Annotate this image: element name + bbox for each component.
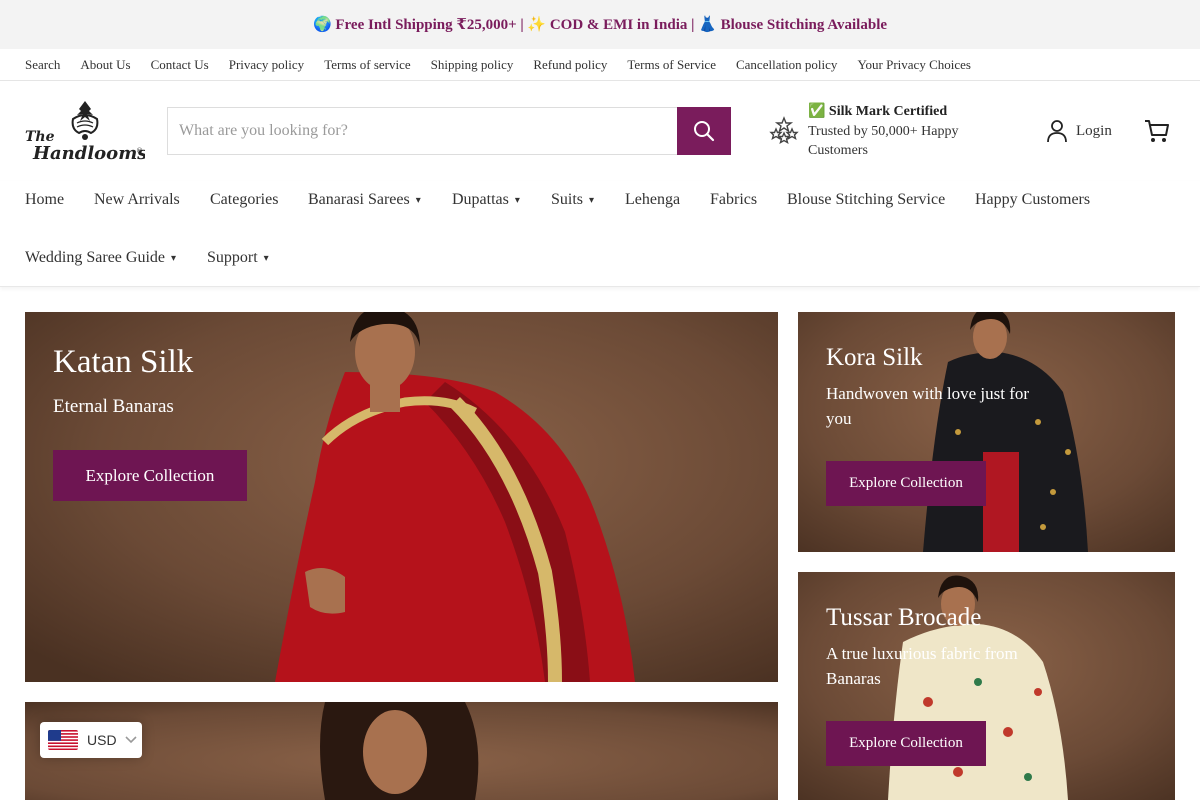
search-icon xyxy=(694,121,715,142)
util-link-shipping[interactable]: Shipping policy xyxy=(431,57,514,73)
util-link-terms-service[interactable]: Terms of Service xyxy=(627,57,716,73)
chevron-down-icon: ▾ xyxy=(263,252,269,264)
banner-tussar-brocade[interactable]: Tussar Brocade A true luxurious fabric f… xyxy=(798,572,1175,800)
banner-title: Kora Silk xyxy=(826,344,923,371)
site-logo[interactable]: The Handlooms ® xyxy=(25,99,147,164)
search-bar xyxy=(167,107,731,155)
chevron-down-icon: ▾ xyxy=(171,252,177,264)
cart-icon xyxy=(1145,120,1169,142)
login-link[interactable]: Login xyxy=(1046,119,1112,143)
util-link-privacy[interactable]: Privacy policy xyxy=(229,57,304,73)
banner-katan-silk[interactable]: Katan Silk Eternal Banaras Explore Colle… xyxy=(25,312,778,682)
nav-item-banarasi-sarees[interactable]: Banarasi Sarees ▾ xyxy=(308,191,421,209)
banner-title: Tussar Brocade xyxy=(826,604,982,631)
chevron-down-icon: ▾ xyxy=(415,194,421,206)
chevron-down-icon xyxy=(124,736,137,744)
utility-nav: Search About Us Contact Us Privacy polic… xyxy=(0,49,1200,81)
trust-subtitle: Trusted by 50,000+ Happy Customers xyxy=(808,124,959,158)
cart-button[interactable] xyxy=(1143,117,1171,145)
svg-text:®: ® xyxy=(136,147,143,155)
util-link-contact[interactable]: Contact Us xyxy=(151,57,209,73)
announcement-bar: 🌍 Free Intl Shipping ₹25,000+ | ✨ COD & … xyxy=(0,0,1200,49)
nav-item-new-arrivals[interactable]: New Arrivals xyxy=(94,191,180,209)
nav-item-suits[interactable]: Suits ▾ xyxy=(551,191,594,209)
util-link-about[interactable]: About Us xyxy=(80,57,130,73)
site-header: The Handlooms ® ✅ Silk Mark Certified Tr… xyxy=(0,81,1200,181)
explore-collection-button[interactable]: Explore Collection xyxy=(826,461,986,506)
util-link-cancellation[interactable]: Cancellation policy xyxy=(736,57,837,73)
nav-item-dupattas[interactable]: Dupattas ▾ xyxy=(452,191,520,209)
util-link-privacy-choices[interactable]: Your Privacy Choices xyxy=(857,57,971,73)
banner-title: Katan Silk xyxy=(53,344,194,380)
banner-kora-silk[interactable]: Kora Silk Handwoven with love just for y… xyxy=(798,312,1175,552)
trust-badge: ✅ Silk Mark Certified Trusted by 50,000+… xyxy=(769,103,999,163)
main-nav: Home New Arrivals Categories Banarasi Sa… xyxy=(0,181,1200,287)
us-flag-icon xyxy=(48,730,78,750)
nav-item-lehenga[interactable]: Lehenga xyxy=(625,191,680,209)
nav-item-home[interactable]: Home xyxy=(25,191,64,209)
banner-subtitle: Handwoven with love just for you xyxy=(826,384,1030,428)
util-link-terms[interactable]: Terms of service xyxy=(324,57,410,73)
badge-icon xyxy=(769,116,799,144)
announcement-text: 🌍 Free Intl Shipping ₹25,000+ | ✨ COD & … xyxy=(312,17,888,33)
util-link-search[interactable]: Search xyxy=(25,57,60,73)
nav-item-categories[interactable]: Categories xyxy=(210,191,278,209)
logo-mark: The Handlooms ® xyxy=(25,101,147,164)
nav-item-wedding-guide[interactable]: Wedding Saree Guide ▾ xyxy=(25,249,176,267)
explore-collection-button[interactable]: Explore Collection xyxy=(53,450,247,501)
currency-code: USD xyxy=(87,732,117,748)
currency-selector[interactable]: USD xyxy=(40,722,142,758)
search-input[interactable] xyxy=(168,108,677,154)
trust-title: ✅ Silk Mark Certified xyxy=(808,104,948,119)
explore-collection-button[interactable]: Explore Collection xyxy=(826,721,986,766)
user-icon xyxy=(1047,120,1067,143)
banner-subtitle: A true luxurious fabric from Banaras xyxy=(826,644,1018,688)
nav-item-happy-customers[interactable]: Happy Customers xyxy=(975,191,1090,209)
banner-subtitle: Eternal Banaras xyxy=(53,396,174,417)
nav-item-blouse-stitching[interactable]: Blouse Stitching Service xyxy=(787,191,945,209)
util-link-refund[interactable]: Refund policy xyxy=(533,57,607,73)
login-label: Login xyxy=(1076,122,1112,139)
search-button[interactable] xyxy=(677,107,731,155)
nav-item-fabrics[interactable]: Fabrics xyxy=(710,191,757,209)
chevron-down-icon: ▾ xyxy=(514,194,520,206)
nav-item-support[interactable]: Support ▾ xyxy=(207,249,269,267)
chevron-down-icon: ▾ xyxy=(589,194,595,206)
svg-text:Handlooms: Handlooms xyxy=(32,143,145,163)
